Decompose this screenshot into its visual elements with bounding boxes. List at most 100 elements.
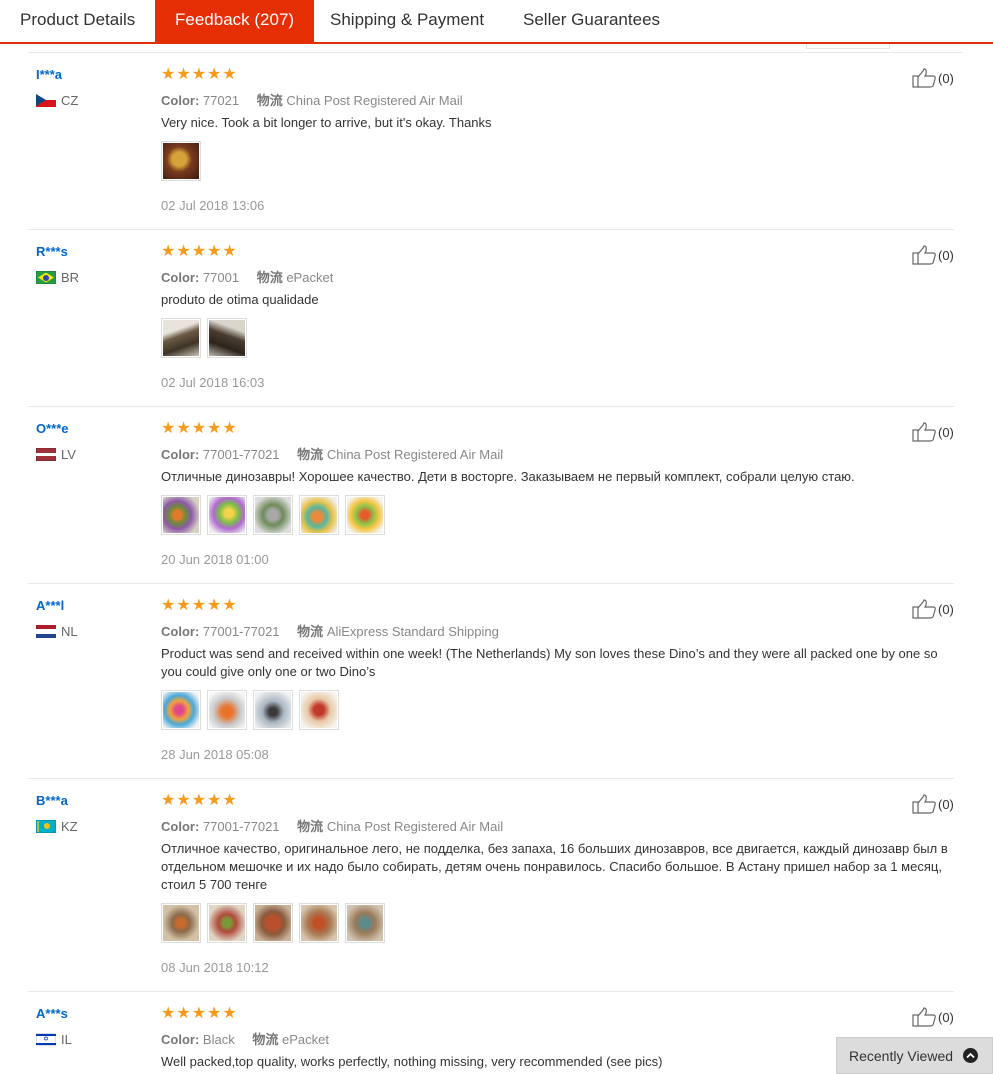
reviewer-name[interactable]: A***l	[36, 598, 64, 613]
country-code: NL	[61, 624, 78, 639]
review-image-thumbnail[interactable]	[161, 690, 201, 730]
review-images	[161, 495, 385, 535]
flag-icon	[36, 448, 56, 461]
review-meta: Color: 77001-77021 物流 China Post Registe…	[161, 816, 503, 835]
review-meta: Color: Black 物流 ePacket	[161, 1029, 329, 1048]
review-image-thumbnail[interactable]	[299, 903, 339, 943]
color-label: Color:	[161, 819, 200, 834]
shipping-label: 物流	[256, 270, 283, 285]
recently-viewed-label: Recently Viewed	[849, 1047, 954, 1064]
reviewer-name[interactable]: I***a	[36, 67, 62, 82]
reviewer-country: BR	[36, 270, 79, 285]
like-count: (0)	[938, 70, 954, 86]
review-text: Отличные динозавры! Хорошее качество. Де…	[161, 469, 855, 484]
review-image-thumbnail[interactable]	[345, 495, 385, 535]
like-button[interactable]: (0)	[912, 245, 954, 265]
review-image-thumbnail[interactable]	[299, 495, 339, 535]
review-text: Product was send and received within one…	[161, 646, 938, 679]
review-text: Very nice. Took a bit longer to arrive, …	[161, 115, 492, 130]
like-button[interactable]: (0)	[912, 422, 954, 442]
review-divider	[28, 991, 954, 992]
like-count: (0)	[938, 424, 954, 440]
reviewer-country: CZ	[36, 93, 78, 108]
flag-icon	[36, 271, 56, 284]
review-images	[161, 318, 247, 358]
review-divider	[28, 406, 954, 407]
reviewer-name[interactable]: R***s	[36, 244, 68, 259]
review-image-thumbnail[interactable]	[207, 690, 247, 730]
review-text: Well packed,top quality, works perfectly…	[161, 1054, 663, 1069]
reviewer-name[interactable]: A***s	[36, 1006, 68, 1021]
tab-product-details[interactable]: Product Details	[0, 0, 155, 42]
review-image-thumbnail[interactable]	[207, 318, 247, 358]
thumbs-up-icon	[912, 245, 936, 265]
shipping-label: 物流	[252, 1032, 279, 1047]
review-images	[161, 690, 339, 730]
review-image-thumbnail[interactable]	[299, 690, 339, 730]
reviewer-country: KZ	[36, 819, 78, 834]
reviewer-name[interactable]: O***e	[36, 421, 69, 436]
review-images	[161, 141, 201, 181]
shipping-value: China Post Registered Air Mail	[286, 93, 463, 108]
review-image-thumbnail[interactable]	[345, 903, 385, 943]
flag-icon: ✡	[36, 1033, 56, 1046]
color-value: 77021	[202, 93, 240, 108]
review-image-thumbnail[interactable]	[161, 318, 201, 358]
review-image-thumbnail[interactable]	[161, 141, 201, 181]
review-image-thumbnail[interactable]	[253, 903, 293, 943]
review-divider	[28, 583, 954, 584]
review-image-thumbnail[interactable]	[207, 495, 247, 535]
shipping-label: 物流	[256, 93, 283, 108]
review-divider	[28, 778, 954, 779]
tab-feedback[interactable]: Feedback (207)	[155, 0, 315, 42]
color-value: 77001-77021	[202, 447, 280, 462]
reviewer-name[interactable]: B***a	[36, 793, 68, 808]
review-meta: Color: 77021 物流 China Post Registered Ai…	[161, 90, 463, 109]
thumbs-up-icon	[912, 422, 936, 442]
like-count: (0)	[938, 1009, 954, 1025]
review-date: 28 Jun 2018 05:08	[161, 747, 269, 762]
country-code: KZ	[61, 819, 78, 834]
like-button[interactable]: (0)	[912, 1007, 954, 1027]
rating-stars: ★★★★★	[161, 597, 238, 614]
flag-icon	[36, 820, 56, 833]
shipping-value: ePacket	[281, 1032, 329, 1047]
review-image-thumbnail[interactable]	[207, 903, 247, 943]
like-button[interactable]: (0)	[912, 599, 954, 619]
review-image-thumbnail[interactable]	[161, 495, 201, 535]
country-code: IL	[61, 1032, 72, 1047]
review-image-thumbnail[interactable]	[161, 903, 201, 943]
tab-bar: Product Details Feedback (207) Shipping …	[0, 0, 993, 44]
shipping-label: 物流	[297, 447, 324, 462]
shipping-value: China Post Registered Air Mail	[326, 447, 504, 462]
country-code: BR	[61, 270, 80, 285]
color-value: 77001-77021	[202, 819, 280, 834]
recently-viewed-button[interactable]: Recently Viewed	[836, 1037, 993, 1074]
review-date: 02 Jul 2018 16:03	[161, 375, 265, 390]
shipping-label: 物流	[297, 624, 324, 639]
review-date: 02 Jul 2018 13:06	[161, 198, 265, 213]
color-label: Color:	[161, 93, 200, 108]
rating-stars: ★★★★★	[161, 66, 238, 83]
flag-icon	[36, 625, 56, 638]
review-meta: Color: 77001 物流 ePacket	[161, 267, 333, 286]
review-image-thumbnail[interactable]	[253, 495, 293, 535]
tab-shipping-payment[interactable]: Shipping & Payment	[310, 0, 504, 42]
like-count: (0)	[938, 247, 954, 263]
color-label: Color:	[161, 270, 200, 285]
like-button[interactable]: (0)	[912, 794, 954, 814]
rating-stars: ★★★★★	[161, 243, 238, 260]
flag-icon	[36, 94, 56, 107]
shipping-label: 物流	[297, 819, 324, 834]
review-text: Отличное качество, оригинальное лего, не…	[161, 841, 948, 892]
shipping-value: AliExpress Standard Shipping	[326, 624, 499, 639]
shipping-value: ePacket	[286, 270, 334, 285]
dropdown-edge	[806, 44, 890, 49]
rating-stars: ★★★★★	[161, 420, 238, 437]
color-value: 77001-77021	[202, 624, 280, 639]
thumbs-up-icon	[912, 794, 936, 814]
review-image-thumbnail[interactable]	[253, 690, 293, 730]
thumbs-up-icon	[912, 68, 936, 88]
like-button[interactable]: (0)	[912, 68, 954, 88]
tab-seller-guarantees[interactable]: Seller Guarantees	[503, 0, 680, 42]
